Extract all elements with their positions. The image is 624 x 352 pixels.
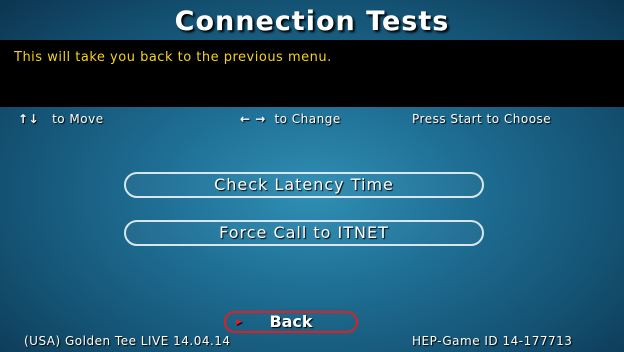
choose-hint: Press Start to Choose [412, 112, 552, 126]
left-right-arrows-icon: ← → [240, 112, 266, 126]
game-id: HEP-Game ID 14-177713 [412, 334, 573, 348]
check-latency-time-button[interactable]: Check Latency Time [124, 172, 484, 198]
screen-title: Connection Tests [174, 6, 450, 37]
up-down-arrows-icon: ↑↓ [18, 112, 40, 126]
change-hint-label: to Change [274, 112, 341, 126]
help-text: This will take you back to the previous … [14, 50, 332, 65]
move-hint: ↑↓ to Move [18, 112, 104, 126]
back-button-label: Back [269, 312, 313, 331]
version-info: (USA) Golden Tee LIVE 14.04.14 [24, 334, 231, 348]
force-call-itnet-button[interactable]: Force Call to ITNET [124, 220, 484, 246]
move-hint-label: to Move [52, 112, 104, 126]
controls-hint-bar: ↑↓ to Move ← → to Change Press Start to … [0, 112, 624, 128]
back-button[interactable]: ▶ Back [224, 311, 358, 333]
selection-arrow-icon: ▶ [236, 317, 243, 326]
change-hint: ← → to Change [240, 112, 341, 126]
help-panel: This will take you back to the previous … [0, 40, 624, 107]
